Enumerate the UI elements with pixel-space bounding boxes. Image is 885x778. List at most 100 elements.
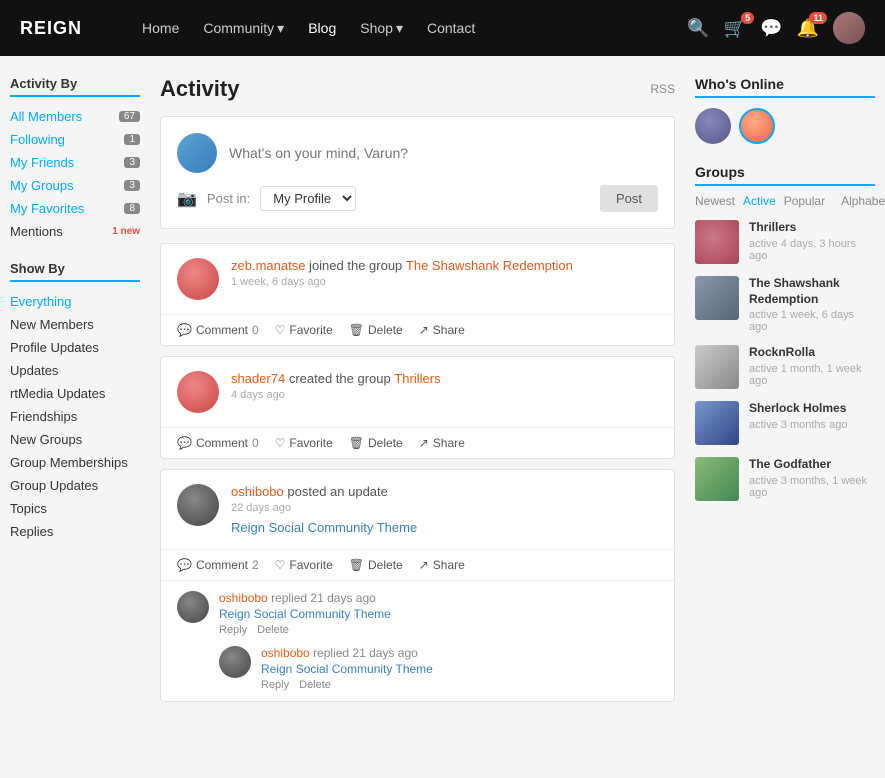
sidebar-link-everything[interactable]: Everything [10,290,140,313]
trash-icon: 🗑 [349,558,364,572]
sidebar-item-following[interactable]: Following 1 [10,128,140,151]
notifications-button[interactable]: 🔔 11 [797,18,819,39]
delete-button[interactable]: 🗑 Delete [349,436,403,450]
post-input-row [177,133,658,173]
sidebar-link-replies[interactable]: Replies [10,520,140,543]
sidebar-link-new-members[interactable]: New Members [10,313,140,336]
reply-meta: oshibobo replied 21 days ago [219,591,658,605]
nav-links: Home Community ▾ Blog Shop ▾ Contact [142,20,687,37]
favorite-button[interactable]: ♡ Favorite [275,323,333,337]
post-options-row: 📷 Post in: My Profile Post [177,185,658,212]
reply-links: Reply Delete [219,624,658,636]
nav-shop[interactable]: Shop ▾ [360,20,403,37]
sidebar-item-my-groups[interactable]: My Groups 3 [10,174,140,197]
reply-link[interactable]: Reply [261,679,289,691]
nav-community[interactable]: Community ▾ [203,20,284,37]
online-avatar[interactable] [695,108,731,144]
activity-item-content: shader74 created the group Thrillers 4 d… [161,357,674,427]
delete-button[interactable]: 🗑 Delete [349,558,403,572]
sidebar-item-all-members[interactable]: All Members 67 [10,105,140,128]
chevron-down-icon: ▾ [396,20,403,37]
delete-reply-link[interactable]: Delete [299,679,331,691]
nav-blog[interactable]: Blog [308,20,336,36]
group-item: Thrillers active 4 days, 3 hours ago [695,220,875,264]
nav-contact[interactable]: Contact [427,20,475,36]
share-button[interactable]: ↗ Share [419,436,465,450]
reply-content: oshibobo replied 21 days ago Reign Socia… [219,591,658,636]
activity-text: oshibobo posted an update 22 days ago Re… [231,484,658,535]
chat-button[interactable]: 💬 [760,18,782,39]
share-icon: ↗ [419,436,429,450]
reply-avatar [219,646,251,678]
post-box: 📷 Post in: My Profile Post [160,116,675,229]
group-thumbnail [695,345,739,389]
filter-alphabetical[interactable]: Alphabetical [841,194,885,208]
reply-section: oshibobo replied 21 days ago Reign Socia… [161,580,674,701]
sidebar-item-my-friends[interactable]: My Friends 3 [10,151,140,174]
comment-button[interactable]: 💬 Comment 0 [177,436,259,450]
activity-item-content: zeb.manatse joined the group The Shawsha… [161,244,674,314]
share-button[interactable]: ↗ Share [419,323,465,337]
sidebar-link-topics[interactable]: Topics [10,497,140,520]
activity-username[interactable]: oshibobo [231,484,284,499]
activity-username[interactable]: zeb.manatse [231,258,305,273]
sidebar-link-friendships[interactable]: Friendships [10,405,140,428]
trash-icon: 🗑 [349,323,364,337]
sidebar-link-rtmedia-updates[interactable]: rtMedia Updates [10,382,140,405]
rss-link[interactable]: RSS [650,82,675,96]
chevron-down-icon: ▾ [277,20,284,37]
filter-active[interactable]: Active [743,194,776,208]
nav-home[interactable]: Home [142,20,179,36]
group-name[interactable]: The Shawshank Redemption [749,276,875,307]
sidebar-link-profile-updates[interactable]: Profile Updates [10,336,140,359]
activity-time: 4 days ago [231,389,658,401]
activity-text: zeb.manatse joined the group The Shawsha… [231,258,658,288]
group-activity-time: active 4 days, 3 hours ago [749,238,875,262]
groups-title: Groups [695,164,875,186]
group-item: RocknRolla active 1 month, 1 week ago [695,345,875,389]
brand-logo: REIGN [20,18,82,39]
sidebar-item-my-favorites[interactable]: My Favorites 8 [10,197,140,220]
search-button[interactable]: 🔍 [687,18,709,39]
sidebar-link-new-groups[interactable]: New Groups [10,428,140,451]
reply-links: Reply Delete [261,679,658,691]
delete-button[interactable]: 🗑 Delete [349,323,403,337]
sidebar-link-group-updates[interactable]: Group Updates [10,474,140,497]
favorite-button[interactable]: ♡ Favorite [275,436,333,450]
post-input[interactable] [229,145,658,161]
post-in-select[interactable]: My Profile [260,186,356,211]
delete-reply-link[interactable]: Delete [257,624,289,636]
activity-item-content: oshibobo posted an update 22 days ago Re… [161,470,674,549]
online-avatar[interactable] [739,108,775,144]
group-name[interactable]: RocknRolla [749,345,875,361]
activity-target[interactable]: Thrillers [394,371,440,386]
group-info: Thrillers active 4 days, 3 hours ago [749,220,875,262]
group-activity-time: active 3 months ago [749,419,847,431]
reply-link[interactable]: Reply [219,624,247,636]
comment-button[interactable]: 💬 Comment 0 [177,323,259,337]
share-button[interactable]: ↗ Share [419,558,465,572]
favorite-button[interactable]: ♡ Favorite [275,558,333,572]
cart-button[interactable]: 🛒 5 [724,18,746,39]
group-item: The Shawshank Redemption active 1 week, … [695,276,875,333]
post-button[interactable]: Post [600,185,658,212]
activity-username[interactable]: shader74 [231,371,285,386]
comment-button[interactable]: 💬 Comment 2 [177,558,259,572]
page-wrapper: Activity By All Members 67 Following 1 M… [0,56,885,778]
sidebar-item-mentions[interactable]: Mentions 1 new [10,220,140,243]
activity-target[interactable]: The Shawshank Redemption [406,258,573,273]
sidebar-link-updates[interactable]: Updates [10,359,140,382]
filter-newest[interactable]: Newest [695,194,735,208]
group-name[interactable]: Sherlock Holmes [749,401,847,417]
sidebar-link-group-memberships[interactable]: Group Memberships [10,451,140,474]
photo-icon[interactable]: 📷 [177,189,197,209]
comment-icon: 💬 [177,323,192,337]
activity-actions: 💬 Comment 0 ♡ Favorite 🗑 Delete ↗ Share [161,314,674,345]
group-name[interactable]: The Godfather [749,457,875,473]
post-user-avatar [177,133,217,173]
filter-popular[interactable]: Popular [784,194,825,208]
group-name[interactable]: Thrillers [749,220,875,236]
user-avatar[interactable] [833,12,865,44]
main-content: Activity RSS 📷 Post in: My Profile Post [160,76,675,758]
nav-icon-group: 🔍 🛒 5 💬 🔔 11 [687,12,865,44]
